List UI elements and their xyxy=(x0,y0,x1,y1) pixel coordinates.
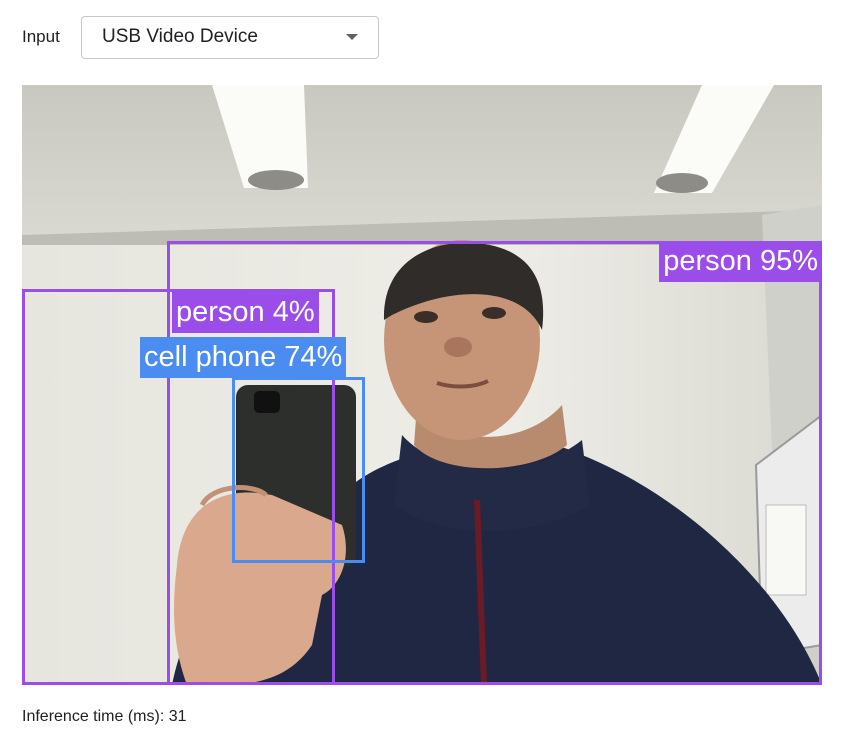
input-row: Input USB Video Device xyxy=(22,15,379,59)
inference-time-value: 31 xyxy=(168,708,187,725)
detection-box-cell-phone-74 xyxy=(232,377,365,563)
camera-feed: person 95% person 4% cell phone 74% xyxy=(22,85,822,685)
detection-label-person-95: person 95% xyxy=(659,241,822,282)
video-device-select[interactable]: USB Video Device xyxy=(81,15,379,59)
detection-label-person-4: person 4% xyxy=(172,292,319,333)
selected-device-text: USB Video Device xyxy=(102,26,258,47)
input-label: Input xyxy=(22,27,60,46)
inference-stats: Inference time (ms): 31 xyxy=(22,708,187,726)
inference-time-label: Inference time (ms): xyxy=(22,708,165,725)
chevron-down-icon xyxy=(346,34,358,40)
detection-label-cell-phone-74: cell phone 74% xyxy=(140,337,347,378)
